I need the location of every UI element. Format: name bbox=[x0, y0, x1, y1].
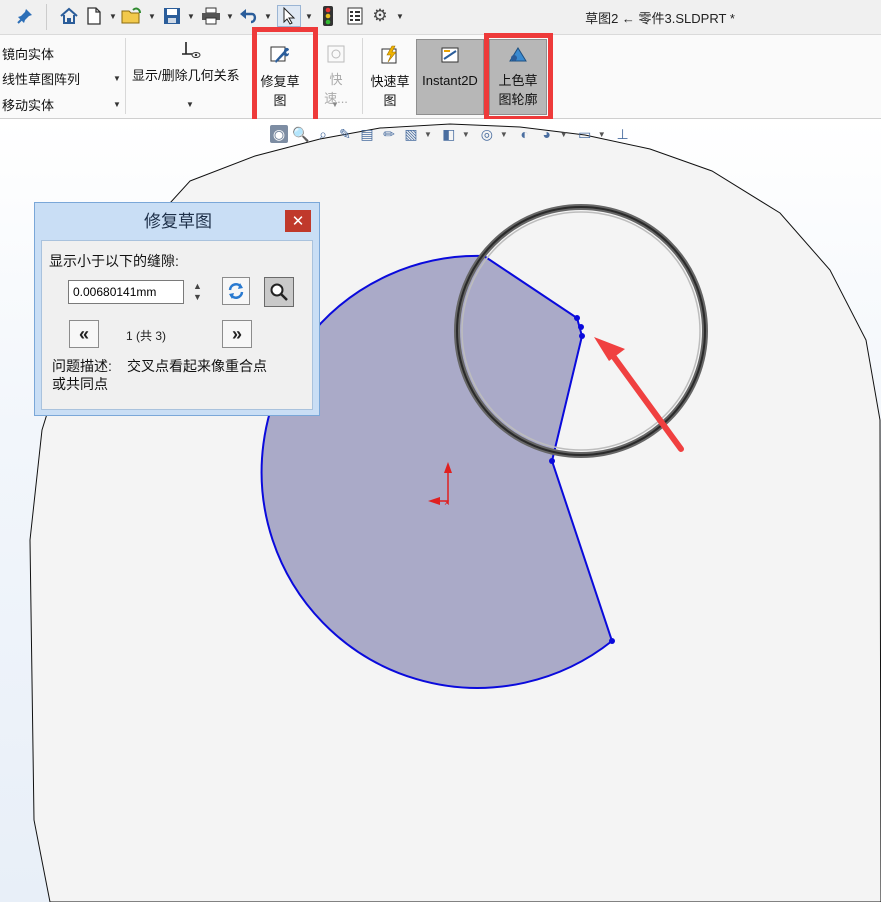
open-dropdown-icon[interactable]: ▼ bbox=[148, 12, 156, 21]
print-icon[interactable] bbox=[200, 5, 222, 27]
move-entities-button[interactable]: 移动实体 bbox=[2, 95, 54, 114]
instant2d-icon bbox=[417, 46, 483, 69]
ribbon-separator bbox=[125, 38, 126, 114]
previous-view-icon[interactable]: ✎ bbox=[336, 125, 354, 143]
pin-icon[interactable] bbox=[14, 5, 36, 27]
magnifier-lens bbox=[454, 204, 708, 458]
move-dropdown-icon[interactable]: ▼ bbox=[113, 100, 121, 109]
view-orientation-icon[interactable]: ◉ bbox=[270, 125, 288, 143]
gap-tolerance-input[interactable] bbox=[68, 280, 184, 304]
open-icon[interactable] bbox=[121, 5, 143, 27]
shaded-highlight-box bbox=[484, 33, 553, 121]
gap-label: 显示小于以下的缝隙: bbox=[49, 253, 179, 269]
rapid-sketch-label-1: 快速草 bbox=[370, 74, 410, 89]
problem-description-cont: 或共同点 bbox=[52, 376, 108, 392]
gap-spinner[interactable]: ▲ ▼ bbox=[193, 281, 202, 303]
hide-show-items-icon[interactable]: ◎ bbox=[478, 125, 496, 143]
new-file-icon[interactable] bbox=[84, 5, 104, 27]
refresh-button[interactable] bbox=[222, 277, 250, 305]
select-icon[interactable] bbox=[277, 5, 301, 27]
relations-icon bbox=[180, 41, 202, 62]
new-dropdown-icon[interactable]: ▼ bbox=[109, 12, 117, 21]
repair-highlight-box bbox=[252, 27, 318, 133]
select-dropdown-icon[interactable]: ▼ bbox=[305, 12, 313, 21]
undo-icon[interactable] bbox=[238, 5, 260, 27]
dialog-title: 修复草图 bbox=[144, 212, 212, 231]
save-dropdown-icon[interactable]: ▼ bbox=[187, 12, 195, 21]
gear-dropdown-icon[interactable]: ▼ bbox=[396, 12, 404, 21]
quick-snap-button[interactable]: 快速... bbox=[318, 45, 354, 108]
next-gap-button[interactable]: » bbox=[222, 320, 252, 348]
zoom-to-gap-button[interactable] bbox=[264, 277, 294, 307]
instant2d-button[interactable]: Instant2D bbox=[416, 39, 484, 115]
sketch-endpoint bbox=[549, 458, 555, 464]
svg-text:×: × bbox=[444, 498, 450, 509]
linear-sketch-pattern-button[interactable]: 线性草图阵列 bbox=[2, 69, 80, 88]
gap-counter: 1 (共 3) bbox=[126, 329, 167, 343]
gear-icon[interactable]: ⚙ bbox=[370, 5, 390, 27]
traffic-light-icon[interactable] bbox=[320, 5, 336, 27]
view-setting-dropdown-icon[interactable]: ▼ bbox=[424, 130, 432, 139]
dynamic-annotation-icon[interactable]: ✏ bbox=[380, 125, 398, 143]
monitor-dropdown-icon[interactable]: ▼ bbox=[598, 130, 606, 139]
undo-dropdown-icon[interactable]: ▼ bbox=[264, 12, 272, 21]
instant2d-label: Instant2D bbox=[422, 73, 478, 88]
rapid-sketch-icon bbox=[366, 45, 414, 70]
scene-dropdown-icon[interactable]: ▼ bbox=[560, 130, 568, 139]
problem-label: 问题描述: bbox=[52, 358, 112, 374]
linear-pattern-dropdown-icon[interactable]: ▼ bbox=[113, 74, 121, 83]
rapid-sketch-label-2: 图 bbox=[383, 93, 397, 108]
close-button[interactable]: ✕ bbox=[285, 210, 311, 232]
quick-snap-icon bbox=[318, 45, 354, 68]
quick-snap-dropdown-icon[interactable]: ▼ bbox=[331, 100, 339, 109]
triad-icon[interactable]: ⊥ bbox=[614, 125, 632, 143]
mirror-entities-button[interactable]: 镜向实体 bbox=[2, 44, 54, 63]
display-delete-relations-button[interactable]: 显示/删除几何关系 bbox=[132, 65, 240, 84]
file-properties-icon[interactable] bbox=[345, 5, 365, 27]
repair-sketch-dialog: 修复草图 ✕ 显示小于以下的缝隙: ▲▼ « 1 (共 3) » 问题描述: 交… bbox=[34, 202, 320, 416]
heads-up-view-toolbar: ◉ 🔍 ⌕ ✎ ▤ ✏ ▧ ▼ ◧ ▼ ◎ ▼ ◐ ◕ ▼ ▭ ▼ ⊥ bbox=[270, 121, 632, 147]
zoom-to-fit-icon[interactable]: 🔍 bbox=[292, 125, 310, 143]
magnifier-icon bbox=[270, 283, 288, 301]
dialog-body: 显示小于以下的缝隙: ▲▼ « 1 (共 3) » 问题描述: 交叉点看起来像重… bbox=[41, 240, 313, 410]
display-monitor-icon[interactable]: ▭ bbox=[576, 125, 594, 143]
sketch-ribbon: 镜向实体 线性草图阵列 ▼ 移动实体 ▼ 显示/删除几何关系 ▼ 修复草 图 快… bbox=[0, 27, 881, 133]
rapid-sketch-button[interactable]: 快速草 图 bbox=[366, 45, 414, 110]
print-dropdown-icon[interactable]: ▼ bbox=[226, 12, 234, 21]
display-style-icon[interactable]: ◧ bbox=[440, 125, 458, 143]
edit-appearance-icon[interactable]: ◐ bbox=[516, 125, 534, 143]
section-view-icon[interactable]: ▤ bbox=[358, 125, 376, 143]
refresh-icon bbox=[228, 283, 244, 299]
problem-description: 交叉点看起来像重合点 bbox=[127, 358, 267, 374]
display-style-dropdown-icon[interactable]: ▼ bbox=[462, 130, 470, 139]
title-bar: ▼ ▼ ▼ ▼ ▼ ▼ ⚙ ▼ 草图2 ← 零件3.SLDPRT * bbox=[0, 0, 881, 35]
view-setting-icon[interactable]: ▧ bbox=[402, 125, 420, 143]
ribbon-separator bbox=[362, 38, 363, 114]
relations-dropdown-icon[interactable]: ▼ bbox=[186, 100, 194, 109]
previous-gap-button[interactable]: « bbox=[69, 320, 99, 348]
scene-icon[interactable]: ◕ bbox=[538, 125, 556, 143]
save-icon[interactable] bbox=[161, 5, 183, 27]
sketch-endpoint bbox=[609, 638, 615, 644]
document-title: 草图2 ← 零件3.SLDPRT * bbox=[585, 11, 735, 26]
hide-show-dropdown-icon[interactable]: ▼ bbox=[500, 130, 508, 139]
zoom-to-area-icon[interactable]: ⌕ bbox=[314, 125, 332, 143]
home-icon[interactable] bbox=[58, 5, 80, 27]
